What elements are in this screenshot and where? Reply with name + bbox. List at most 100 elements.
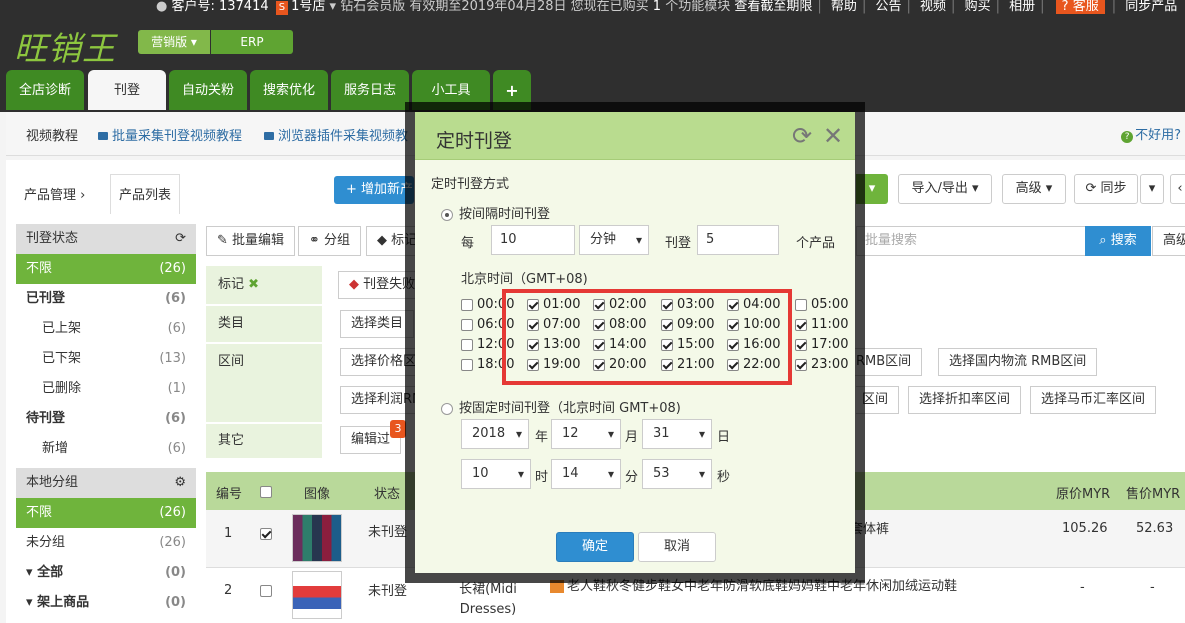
domestic-shipping-range-button[interactable]: 选择国内物流 RMB区间 — [938, 348, 1098, 376]
add-product-button[interactable]: + 增加新产 — [334, 176, 414, 204]
method-label: 定时刊登方式 — [431, 177, 510, 192]
publish-status-header: 刊登状态 ⟳ — [16, 224, 196, 254]
close-icon[interactable]: ✖ — [248, 277, 259, 292]
sidebar-item-deleted[interactable]: 已删除 (1) — [16, 374, 196, 404]
highlight-box — [502, 289, 792, 385]
video-icon — [98, 132, 108, 140]
row-checkbox[interactable] — [260, 583, 272, 598]
sidebar-item-delisted[interactable]: 已下架 (13) — [16, 344, 196, 374]
sync-button[interactable]: ⟳ 同步 — [1074, 174, 1138, 204]
fixed-time-radio[interactable]: 按固定时间刊登（北京时间 GMT+08) — [441, 397, 681, 416]
interval-radio[interactable]: 按间隔时间刊登 — [441, 203, 550, 222]
checkbox-icon — [795, 298, 807, 311]
second-select[interactable]: 53 — [642, 459, 712, 489]
search-button[interactable]: ⌕ 搜索 — [1085, 226, 1151, 256]
album-link[interactable]: 相册 — [1009, 0, 1035, 14]
gear-icon[interactable]: ⚙ — [174, 468, 186, 498]
batch-search-input[interactable]: 批量搜索 — [856, 226, 1086, 256]
group-item-on-shelf[interactable]: ▾ 架上商品 (0) — [16, 588, 196, 618]
hour-label: 17:00 — [811, 337, 849, 352]
advanced-button[interactable]: 高级 ▾ — [1002, 174, 1066, 204]
announce-link[interactable]: 公告 — [875, 0, 901, 14]
sidebar-item-count: (1) — [167, 381, 186, 396]
sidebar-item-all[interactable]: 不限 (26) — [16, 254, 196, 284]
sidebar-item-label: 已删除 — [42, 381, 82, 396]
refresh-icon[interactable]: ⟳ — [792, 122, 812, 150]
import-export-button[interactable]: 导入/导出 ▾ — [898, 174, 992, 204]
customer-id: 客户号: 137414 — [171, 0, 269, 14]
erp-button[interactable]: ERP — [211, 30, 293, 54]
tutorial-link-batch[interactable]: 批量采集刊登视频教程 — [98, 125, 242, 144]
discount-range-button[interactable]: 选择折扣率区间 — [908, 386, 1022, 414]
product-image[interactable] — [292, 571, 342, 619]
dialog-title: 定时刊登 — [436, 130, 513, 152]
help-link[interactable]: 帮助 — [831, 0, 857, 14]
exchange-rate-range-button[interactable]: 选择马币汇率区间 — [1030, 386, 1157, 414]
batch-edit-button[interactable]: ✎ 批量编辑 — [206, 226, 296, 256]
hour-checkbox-0500[interactable]: 05:00 — [795, 297, 848, 312]
tutorial-link-plugin[interactable]: 浏览器插件采集视频教 — [264, 125, 408, 144]
timezone-label: 北京时间（GMT+08) — [461, 272, 588, 287]
select-category-button[interactable]: 选择类目 — [340, 310, 415, 338]
app-logo[interactable]: 旺销王 — [14, 22, 116, 70]
confirm-button[interactable]: 确定 — [556, 532, 634, 562]
sync-products-link[interactable]: 同步产品 — [1125, 0, 1177, 14]
select-all-checkbox[interactable] — [260, 484, 272, 499]
group-label: 分组 — [324, 233, 351, 248]
hour-label: 05:00 — [811, 297, 849, 312]
sidebar-item-pending[interactable]: 待刊登 (6) — [16, 404, 196, 434]
tab-search-optimize[interactable]: 搜索优化 — [250, 70, 328, 110]
minute-select[interactable]: 14 — [551, 459, 621, 489]
module-count: 1 — [652, 0, 662, 14]
group-item-count: (0) — [165, 595, 186, 610]
tab-store-diagnosis[interactable]: 全店诊断 — [6, 70, 84, 110]
shop-selector[interactable]: 1号店 — [291, 0, 325, 14]
product-image[interactable] — [292, 514, 342, 562]
breadcrumb-current[interactable]: 产品列表 — [110, 174, 180, 214]
filter-range-label: 区间 — [206, 344, 322, 422]
hour-label: 23:00 — [811, 357, 849, 372]
hour-checkbox-1700[interactable]: 17:00 — [795, 337, 848, 352]
tab-auto-follow[interactable]: 自动关粉 — [169, 70, 247, 110]
sidebar-item-new[interactable]: 新增 (6) — [16, 434, 196, 464]
year-select[interactable]: 2018 — [461, 419, 529, 449]
col-sale-price: 售价MYR — [1126, 487, 1181, 502]
group-item-ungrouped[interactable]: 未分组 (26) — [16, 528, 196, 558]
year-unit: 年 — [535, 430, 549, 445]
feedback-link[interactable]: ? 不好用? — [1121, 124, 1181, 143]
hour-checkbox-2300[interactable]: 23:00 — [795, 357, 848, 372]
advanced-search-button[interactable]: 高级 — [1152, 226, 1185, 256]
video-link[interactable]: 视频 — [920, 0, 946, 14]
buy-link[interactable]: 购买 — [965, 0, 991, 14]
tab-publish[interactable]: 刊登 — [88, 70, 166, 110]
sidebar-item-published[interactable]: 已刊登 (6) — [16, 284, 196, 314]
module-text: 个功能模块 — [665, 0, 731, 14]
breadcrumb[interactable]: 产品管理 › — [24, 184, 85, 203]
advanced-label: 高级 — [1015, 181, 1042, 196]
tutorial-link-batch-label: 批量采集刊登视频教程 — [112, 129, 243, 144]
cancel-button[interactable]: 取消 — [638, 532, 716, 562]
more-dropdown[interactable]: ‹ — [1170, 174, 1185, 204]
group-item-total[interactable]: ▾ 全部 (0) — [16, 558, 196, 588]
view-expiry-link[interactable]: 查看截至期限 — [734, 0, 812, 14]
interval-unit-select[interactable]: 分钟 — [579, 225, 649, 255]
sidebar-item-count: (26) — [159, 261, 186, 276]
hour-select[interactable]: 10 — [461, 459, 531, 489]
close-icon[interactable]: ✕ — [823, 122, 843, 150]
count-input[interactable]: 5 — [697, 225, 779, 255]
sidebar-item-listed[interactable]: 已上架 (6) — [16, 314, 196, 344]
interval-input[interactable]: 10 — [491, 225, 575, 255]
group-button[interactable]: ⚭ 分组 — [298, 226, 362, 256]
row-status: 未刊登 — [368, 525, 408, 540]
month-select[interactable]: 12 — [551, 419, 621, 449]
sync-dropdown[interactable]: ▾ — [1140, 174, 1164, 204]
day-select[interactable]: 31 — [642, 419, 712, 449]
edition-dropdown[interactable]: 营销版 ▾ — [138, 30, 210, 54]
tab-service-log[interactable]: 服务日志 — [331, 70, 409, 110]
row-checkbox[interactable] — [260, 526, 272, 541]
service-button[interactable]: ? 客服 — [1055, 0, 1105, 14]
hour-checkbox-1100[interactable]: 11:00 — [795, 317, 848, 332]
refresh-icon[interactable]: ⟳ — [175, 224, 186, 254]
group-item-all[interactable]: 不限 (26) — [16, 498, 196, 528]
checkbox-icon — [260, 527, 272, 540]
